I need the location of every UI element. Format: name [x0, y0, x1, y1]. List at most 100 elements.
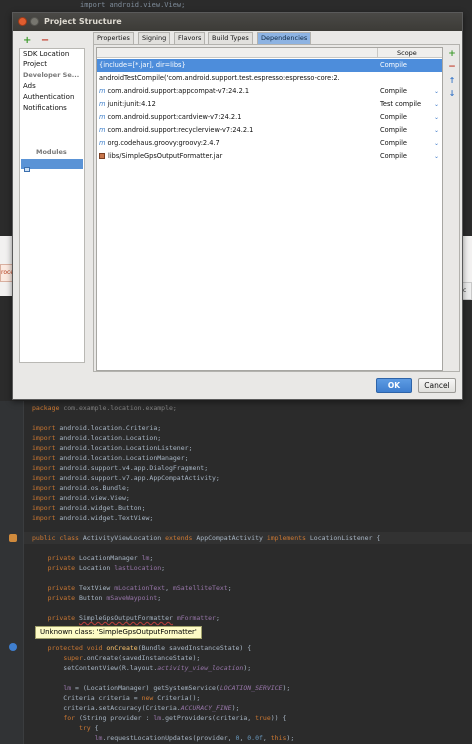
code-line: lm.requestLocationUpdates(provider, 0, 0… [94, 734, 295, 742]
maven-library-icon: m [99, 126, 106, 134]
sidebar-item-sdk-location[interactable]: SDK Location [23, 50, 69, 59]
add-dependency-button[interactable]: + [446, 49, 458, 59]
move-down-button[interactable]: ↓ [446, 89, 458, 99]
dependency-scope[interactable]: Compile [380, 59, 407, 72]
tab-properties[interactable]: Properties [93, 32, 134, 44]
code-line: import android.view.View; [32, 494, 130, 502]
code-line: import android.widget.TextView; [32, 514, 154, 522]
table-header: Scope [97, 48, 442, 58]
code-line: protected void onCreate(Bundle savedInst… [47, 644, 252, 652]
code-line: Criteria criteria = new Criteria(); [32, 694, 201, 702]
sidebar-item-app[interactable]: app [21, 159, 83, 176]
sidebar-list: SDK Location Project Developer Se... Ads… [19, 48, 85, 363]
maven-library-icon: m [99, 113, 106, 121]
dependency-scope[interactable]: Compile [380, 150, 407, 163]
scope-dropdown-icon[interactable]: ⌄ [434, 150, 439, 163]
dependency-name: m com.android.support:appcompat-v7:24.2.1 [99, 87, 250, 95]
dependency-name: {include=[*.jar], dir=libs} [99, 61, 186, 69]
table-row[interactable]: androidTestCompile('com.android.support.… [97, 72, 442, 85]
dependency-scope[interactable]: Compile [380, 124, 407, 137]
scope-dropdown-icon[interactable]: ⌄ [434, 124, 439, 137]
scope-dropdown-icon[interactable]: ⌄ [434, 98, 439, 111]
dependency-scope[interactable]: Test compile [380, 98, 421, 111]
sidebar-header-developer-services: Developer Se... [23, 71, 80, 79]
code-line: super.onCreate(savedInstanceState); [63, 654, 201, 662]
editor-gutter[interactable] [0, 401, 24, 744]
right-tool-tab[interactable]: c [462, 282, 472, 300]
top-code-line: import android.view.View; [80, 1, 186, 9]
sidebar-item-ads[interactable]: Ads [23, 82, 36, 91]
class-gutter-icon[interactable] [9, 534, 17, 542]
sidebar-item-authentication[interactable]: Authentication [23, 93, 74, 102]
code-line: import android.location.LocationManager; [32, 454, 189, 462]
module-icon [24, 167, 30, 172]
code-line: private TextView mLocationText, mSatelli… [47, 584, 232, 592]
scope-dropdown-icon[interactable]: ⌄ [434, 137, 439, 150]
code-line: try { [78, 724, 99, 732]
dialog-title: Project Structure [44, 17, 122, 26]
sidebar-header-modules: Modules [36, 148, 67, 156]
table-row[interactable]: m junit:junit:4.12 Test compile ⌄ [97, 98, 442, 111]
remove-dependency-button[interactable]: − [446, 62, 458, 72]
sidebar-add-button[interactable]: + [23, 35, 31, 46]
maven-library-icon: m [99, 87, 106, 95]
code-line: setContentView(R.layout.activity_view_lo… [32, 664, 252, 672]
code-line: import android.support.v7.app.AppCompatA… [32, 474, 220, 482]
code-line: import android.widget.Button; [32, 504, 146, 512]
table-row[interactable]: m com.android.support:recyclerview-v7:24.… [97, 124, 442, 137]
sidebar-item-project[interactable]: Project [23, 60, 47, 69]
code-line: import android.os.Bundle; [32, 484, 130, 492]
table-row[interactable]: m com.android.support:appcompat-v7:24.2.1… [97, 85, 442, 98]
code-line: import android.location.Location; [32, 434, 162, 442]
dependency-scope[interactable]: Compile [380, 137, 407, 150]
dialog-titlebar[interactable]: Project Structure [13, 13, 462, 31]
screen: import android.view.View; roce c package… [0, 0, 472, 744]
code-editor[interactable]: package com.example.location.example; im… [0, 401, 472, 744]
maven-library-icon: m [99, 139, 106, 147]
code-line: import android.location.LocationListener… [32, 444, 193, 452]
cancel-button[interactable]: Cancel [418, 378, 456, 393]
dependency-name: m com.android.support:cardview-v7:24.2.1 [99, 113, 242, 121]
dependency-name: m com.android.support:recyclerview-v7:24.… [99, 126, 254, 134]
dependency-name: m junit:junit:4.12 [99, 100, 156, 108]
sidebar-item-notifications[interactable]: Notifications [23, 104, 67, 113]
tab-flavors[interactable]: Flavors [174, 32, 206, 44]
code-line: lm = (LocationManager) getSystemService(… [63, 684, 291, 692]
code-line: for (String provider : lm.getProviders(c… [63, 714, 287, 722]
dependency-name: androidTestCompile('com.android.support.… [99, 74, 340, 82]
ide-editor-top: import android.view.View; [0, 0, 472, 12]
code-line: private LocationManager lm; [47, 554, 154, 562]
table-row[interactable]: m org.codehaus.groovy:groovy:2.4.7 Compil… [97, 137, 442, 150]
sidebar-tools: + − [23, 35, 55, 47]
jar-file-icon [99, 153, 105, 159]
code-line: private SimpleGpsOutputFormatter mFormat… [47, 614, 220, 622]
dependency-scope[interactable]: Compile [380, 85, 407, 98]
window-minimize-button[interactable] [30, 17, 39, 26]
scope-column-header[interactable]: Scope [397, 48, 417, 58]
ok-button[interactable]: OK [376, 378, 412, 393]
dependencies-panel: Scope {include=[*.jar], dir=libs} Compil… [93, 44, 460, 372]
window-close-button[interactable] [18, 17, 27, 26]
table-row[interactable]: m com.android.support:cardview-v7:24.2.1 … [97, 111, 442, 124]
maven-library-icon: m [99, 100, 106, 108]
module-label: app [33, 168, 47, 176]
error-tooltip: Unknown class: 'SimpleGpsOutputFormatter… [35, 626, 202, 639]
sidebar: + − SDK Location Project Developer Se...… [19, 34, 85, 363]
override-gutter-icon[interactable] [9, 643, 17, 651]
code-line: criteria.setAccuracy(Criteria.ACCURACY_F… [32, 704, 240, 712]
table-row[interactable]: {include=[*.jar], dir=libs} Compile [97, 59, 442, 72]
dependency-scope[interactable]: Compile [380, 111, 407, 124]
dependencies-table[interactable]: Scope {include=[*.jar], dir=libs} Compil… [96, 47, 443, 371]
table-row[interactable]: libs/SimpleGpsOutputFormatter.jar Compil… [97, 150, 442, 163]
scope-dropdown-icon[interactable]: ⌄ [434, 111, 439, 124]
scope-dropdown-icon[interactable]: ⌄ [434, 85, 439, 98]
dependency-name: libs/SimpleGpsOutputFormatter.jar [99, 150, 377, 163]
code-line: package com.example.location.example; [32, 404, 177, 412]
tab-build-types[interactable]: Build Types [208, 32, 253, 44]
tab-signing[interactable]: Signing [138, 32, 171, 44]
code-line: import android.support.v4.app.DialogFrag… [32, 464, 209, 472]
sidebar-remove-button[interactable]: − [41, 35, 49, 46]
move-up-button[interactable]: ↑ [446, 76, 458, 86]
code-line: private Button mSaveWaypoint; [47, 594, 162, 602]
tab-dependencies[interactable]: Dependencies [257, 32, 312, 44]
